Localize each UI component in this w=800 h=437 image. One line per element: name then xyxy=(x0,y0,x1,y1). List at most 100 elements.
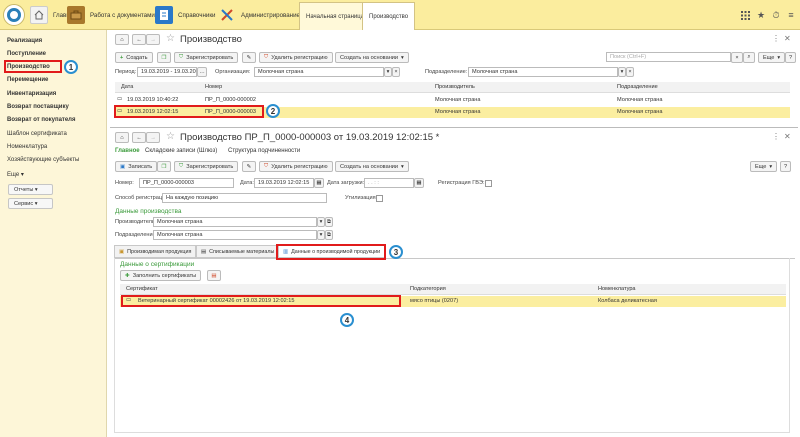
caret-down-icon: ▾ xyxy=(386,69,390,75)
doc-menu-icon[interactable]: ⋮ xyxy=(772,132,780,141)
sidebar-item-more[interactable]: Еще ▾ xyxy=(7,171,24,178)
sidebar-item-receipts[interactable]: Поступление xyxy=(7,51,46,57)
reports-button[interactable]: Отчеты ▾ xyxy=(8,184,53,195)
sidebar-item-cert-template[interactable]: Шаблон сертификата xyxy=(7,131,67,137)
producer-input[interactable]: Молочная страна xyxy=(153,217,317,227)
section-admin[interactable]: Администрирование xyxy=(218,0,300,30)
box-icon: ▣ xyxy=(119,248,125,255)
step-badge-4: 4 xyxy=(340,313,354,327)
search-button[interactable]: ⌕ xyxy=(743,52,755,63)
sidebar-item-inventory[interactable]: Инвентаризация xyxy=(7,91,56,97)
tab-production[interactable]: Производство xyxy=(362,2,415,30)
nav-main[interactable]: Главное xyxy=(115,148,140,154)
search-clear-button[interactable]: × xyxy=(731,52,743,63)
back-button[interactable]: ← xyxy=(132,34,146,45)
copy-button[interactable]: ❐ xyxy=(157,161,171,172)
section-admin-label: Администрирование xyxy=(241,11,301,19)
cert-action-button[interactable]: ▤ xyxy=(207,270,221,281)
org-clear-button[interactable]: × xyxy=(392,67,400,77)
disposal-checkbox[interactable] xyxy=(376,195,383,202)
tab-written-off-materials[interactable]: ▤ Списываемые материалы xyxy=(196,245,280,258)
tab-home-page[interactable]: Начальная страница xyxy=(299,2,372,30)
org-input[interactable]: Молочная страна xyxy=(254,67,384,77)
nav-warehouse-records[interactable]: Складские записи (Шлюз) xyxy=(145,148,217,154)
dept-open-button[interactable]: ⧉ xyxy=(325,230,333,240)
more-button[interactable]: Еще ▾ xyxy=(750,161,778,172)
load-date-picker-button[interactable]: ▦ xyxy=(414,178,424,188)
back-button[interactable]: ← xyxy=(132,132,146,143)
fill-certs-button[interactable]: ✚ Заполнить сертификаты xyxy=(120,270,202,281)
document-title: Производство ПР_П_0000-000003 от 19.03.2… xyxy=(180,132,440,143)
unregister-button[interactable]: ⛉ Удалить регистрацию xyxy=(259,52,333,63)
unregister-button-label: Удалить регистрацию xyxy=(271,54,328,61)
register-button-label: Зарегистрировать xyxy=(186,163,234,170)
sidebar-item-return-supplier[interactable]: Возврат поставщику xyxy=(7,104,69,110)
home-icon xyxy=(30,6,48,24)
date-picker-button[interactable]: ▦ xyxy=(314,178,324,188)
forward-button[interactable]: → xyxy=(146,34,160,45)
forward-button[interactable]: → xyxy=(146,132,160,143)
register-button[interactable]: ⛉ Зарегистрировать xyxy=(174,52,239,63)
tab-produced-products[interactable]: ▣ Производимая продукция xyxy=(114,245,197,258)
dept-dropdown-button[interactable]: ▾ xyxy=(618,67,626,77)
col-subcategory[interactable]: Подкатегория xyxy=(410,286,446,292)
unregister-button[interactable]: ⛉ Удалить регистрацию xyxy=(259,161,333,172)
sidebar-item-nomenclature[interactable]: Номенклатура xyxy=(7,144,47,150)
doc-close-icon[interactable]: ✕ xyxy=(784,132,791,141)
save-button[interactable]: ▣ Записать xyxy=(115,161,158,172)
sidebar-item-more-label: Еще xyxy=(7,172,20,178)
number-input[interactable]: ПР_П_0000-000003 xyxy=(139,178,234,188)
edit-button[interactable]: ✎ xyxy=(242,52,256,63)
col-nomenclature[interactable]: Номенклатура xyxy=(598,286,636,292)
col-date[interactable]: Дата xyxy=(121,84,133,90)
load-date-input[interactable]: . . : : xyxy=(364,178,414,188)
sidebar-item-return-customer[interactable]: Возврат от покупателя xyxy=(7,117,76,123)
producer-dropdown-button[interactable]: ▾ xyxy=(317,217,325,227)
dept-input[interactable]: Молочная страна xyxy=(468,67,618,77)
reg-method-input[interactable]: На каждую позицию xyxy=(162,193,327,203)
period-picker-button[interactable]: … xyxy=(197,67,207,77)
dept-input[interactable]: Молочная страна xyxy=(153,230,317,240)
edit-button[interactable]: ✎ xyxy=(242,161,256,172)
help-button[interactable]: ? xyxy=(785,52,796,63)
favorite-star-icon[interactable]: ☆ xyxy=(166,131,175,142)
search-input[interactable]: Поиск (Ctrl+F) xyxy=(606,52,731,62)
org-dropdown-button[interactable]: ▾ xyxy=(384,67,392,77)
register-button[interactable]: ⛉ Зарегистрировать xyxy=(174,161,239,172)
list-close-icon[interactable]: ✕ xyxy=(784,34,791,43)
more-button-label: Еще xyxy=(763,54,775,61)
home-nav-button[interactable]: ⌂ xyxy=(115,132,129,143)
help-button[interactable]: ? xyxy=(780,161,791,172)
ellipsis-icon: … xyxy=(199,69,205,75)
menu-icon[interactable]: ≡ xyxy=(782,0,800,30)
more-button[interactable]: Еще ▾ xyxy=(758,52,786,63)
producer-open-button[interactable]: ⧉ xyxy=(325,217,333,227)
nav-subordination[interactable]: Структура подчиненности xyxy=(228,148,300,154)
create-button[interactable]: + Создать xyxy=(115,52,153,63)
copy-button[interactable]: ❐ xyxy=(157,52,171,63)
col-certificate[interactable]: Сертификат xyxy=(126,286,158,292)
period-input[interactable]: 19.03.2019 - 19.03.2019 xyxy=(137,67,197,77)
section-catalogs[interactable]: Справочники xyxy=(155,0,215,30)
home-nav-button[interactable]: ⌂ xyxy=(115,34,129,45)
col-dept[interactable]: Подразделение xyxy=(617,84,658,90)
service-button[interactable]: Сервис ▾ xyxy=(8,198,53,209)
col-number[interactable]: Номер xyxy=(205,84,222,90)
create-based-button[interactable]: Создать на основании ▾ xyxy=(335,52,409,63)
date-input[interactable]: 19.03.2019 12:02:15 xyxy=(254,178,314,188)
list-menu-icon[interactable]: ⋮ xyxy=(772,34,780,43)
dept-label: Подразделение: xyxy=(115,232,158,238)
sidebar: Реализация Поступление Производство Пере… xyxy=(0,30,107,437)
sidebar-item-transfer[interactable]: Перемещение xyxy=(7,77,48,83)
close-icon: × xyxy=(628,69,632,75)
dept-dropdown-button[interactable]: ▾ xyxy=(317,230,325,240)
cert-grid-header: Сертификат Подкатегория Номенклатура xyxy=(120,284,786,295)
sidebar-item-sales[interactable]: Реализация xyxy=(7,38,42,44)
sidebar-item-entities[interactable]: Хозяйствующие субъекты xyxy=(7,157,79,163)
gve-checkbox[interactable] xyxy=(485,180,492,187)
col-producer[interactable]: Производитель xyxy=(435,84,475,90)
create-based-button[interactable]: Создать на основании ▾ xyxy=(335,161,409,172)
favorite-star-icon[interactable]: ☆ xyxy=(166,33,175,44)
section-documents[interactable]: Работа с документами xyxy=(67,0,155,30)
dept-clear-button[interactable]: × xyxy=(626,67,634,77)
